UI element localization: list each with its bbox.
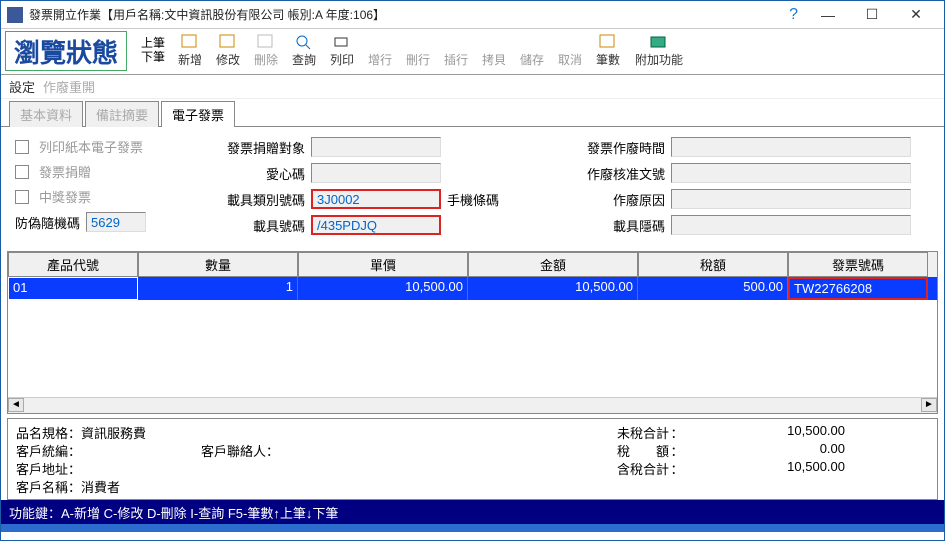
lbl-lovecode: 愛心碼 — [205, 164, 305, 183]
delrow-button[interactable]: 刪行 — [399, 31, 437, 68]
summary-panel: 品名規格：資訊服務費 客戶統編： 客戶聯絡人： 客戶地址： 客戶名稱：消費者 未稅… — [7, 418, 938, 500]
cell-tax[interactable]: 500.00 — [638, 277, 788, 300]
fld-void-approve[interactable] — [671, 163, 911, 183]
query-button[interactable]: 查詢 — [285, 31, 323, 68]
val-subtotal: 10,500.00 — [685, 423, 845, 441]
print-button[interactable]: 列印 — [323, 31, 361, 68]
lbl-custaddr: 客戶地址： — [16, 459, 81, 477]
maximize-button[interactable]: ☐ — [850, 2, 894, 28]
col-tax[interactable]: 稅額 — [638, 252, 788, 277]
lbl-carrier-hidden: 載具隱碼 — [565, 216, 665, 235]
menubar: 設定 作廢重開 — [1, 75, 944, 99]
val-tax: 0.00 — [685, 441, 845, 459]
table-row[interactable]: 01 1 10,500.00 10,500.00 500.00 TW227662… — [8, 277, 937, 300]
lbl-prize: 中獎發票 — [39, 187, 91, 206]
lbl-total: 含稅合計 — [589, 459, 669, 477]
chk-prize[interactable] — [15, 190, 29, 204]
lbl-tax: 稅 額 — [589, 441, 669, 459]
val-spec: 資訊服務費 — [81, 423, 146, 441]
window-title: 發票開立作業【用戶名稱:文中資訊股份有限公司 帳別:A 年度:106】 — [29, 6, 789, 23]
mode-indicator: 瀏覽狀態 — [5, 31, 127, 71]
lbl-carrier-type: 載具類別號碼 — [205, 190, 305, 209]
menu-settings[interactable]: 設定 — [9, 77, 35, 96]
chk-print-paper[interactable] — [15, 140, 29, 154]
lbl-donate: 發票捐贈 — [39, 162, 91, 181]
col-price[interactable]: 單價 — [298, 252, 468, 277]
fld-carrier-type[interactable]: 3J0002 — [311, 189, 441, 209]
col-qty[interactable]: 數量 — [138, 252, 298, 277]
fld-carrier-no[interactable]: /435PDJQ — [311, 215, 441, 235]
col-amount[interactable]: 金額 — [468, 252, 638, 277]
titlebar: 發票開立作業【用戶名稱:文中資訊股份有限公司 帳別:A 年度:106】 ? — … — [1, 1, 944, 29]
status-bar: 功能鍵：A-新增 C-修改 D-刪除 I-查詢 F5-筆數↑上筆↓下筆 — [1, 500, 944, 524]
add-button[interactable]: 新增 — [171, 31, 209, 68]
lbl-print-paper: 列印紙本電子發票 — [39, 137, 143, 156]
tab-remark[interactable]: 備註摘要 — [85, 101, 159, 127]
tab-basic[interactable]: 基本資料 — [9, 101, 83, 127]
lbl-antifake: 防偽隨機碼 — [15, 213, 80, 232]
addrow-button[interactable]: 增行 — [361, 31, 399, 68]
edit-button[interactable]: 修改 — [209, 31, 247, 68]
close-button[interactable]: ✕ — [894, 2, 938, 28]
extra-button[interactable]: 附加功能 — [627, 31, 691, 68]
val-total: 10,500.00 — [685, 459, 845, 477]
lbl-void-reason: 作廢原因 — [565, 190, 665, 209]
lbl-contact: 客戶聯絡人： — [201, 441, 279, 459]
fld-carrier-hidden[interactable] — [671, 215, 911, 235]
col-prod[interactable]: 產品代號 — [8, 252, 138, 277]
chk-donate[interactable] — [15, 165, 29, 179]
data-grid: 產品代號 數量 單價 金額 稅額 發票號碼 01 1 10,500.00 10,… — [7, 251, 938, 414]
fld-lovecode[interactable] — [311, 163, 441, 183]
cell-amount[interactable]: 10,500.00 — [468, 277, 638, 300]
h-scrollbar[interactable]: ◄ ► — [8, 397, 937, 413]
count-button[interactable]: 筆數 — [589, 31, 627, 68]
prev-button[interactable]: 上筆 — [141, 36, 165, 50]
cell-qty[interactable]: 1 — [138, 277, 298, 300]
tab-einvoice[interactable]: 電子發票 — [161, 101, 235, 127]
next-button[interactable]: 下筆 — [141, 50, 165, 64]
insrow-button[interactable]: 插行 — [437, 31, 475, 68]
lbl-subtotal: 未稅合計 — [589, 423, 669, 441]
footer-strip — [1, 524, 944, 532]
fld-void-time[interactable] — [671, 137, 911, 157]
cell-price[interactable]: 10,500.00 — [298, 277, 468, 300]
copy-button[interactable]: 拷貝 — [475, 31, 513, 68]
form-area: 列印紙本電子發票 發票捐贈 中獎發票 防偽隨機碼5629 發票捐贈對象 愛心碼 … — [1, 127, 944, 251]
tab-bar: 基本資料 備註摘要 電子發票 — [1, 103, 944, 127]
lbl-void-time: 發票作廢時間 — [565, 138, 665, 157]
cell-invoice[interactable]: TW22766208 — [788, 277, 928, 300]
delete-button[interactable]: 刪除 — [247, 31, 285, 68]
col-inv[interactable]: 發票號碼 — [788, 252, 928, 277]
cancel-button[interactable]: 取消 — [551, 31, 589, 68]
fld-antifake[interactable]: 5629 — [86, 212, 146, 232]
val-custname: 消費者 — [81, 477, 120, 495]
lbl-spec: 品名規格： — [16, 423, 81, 441]
scroll-left-icon[interactable]: ◄ — [8, 398, 24, 412]
scroll-right-icon[interactable]: ► — [921, 398, 937, 412]
menu-reopen[interactable]: 作廢重開 — [43, 77, 95, 96]
cell-prod[interactable]: 01 — [8, 277, 138, 300]
lbl-custcode: 客戶統編： — [16, 441, 81, 459]
status-text: 功能鍵：A-新增 C-修改 D-刪除 I-查詢 F5-筆數↑上筆↓下筆 — [9, 503, 338, 522]
minimize-button[interactable]: — — [806, 2, 850, 28]
fld-donate-target[interactable] — [311, 137, 441, 157]
lbl-mobile-barcode: 手機條碼 — [447, 190, 499, 209]
help-icon[interactable]: ? — [789, 6, 798, 24]
grid-header: 產品代號 數量 單價 金額 稅額 發票號碼 — [8, 252, 937, 277]
grid-body[interactable]: 01 1 10,500.00 10,500.00 500.00 TW227662… — [8, 277, 937, 397]
lbl-custname: 客戶名稱： — [16, 477, 81, 495]
lbl-void-approve: 作廢核准文號 — [565, 164, 665, 183]
app-icon — [7, 7, 23, 23]
lbl-donate-target: 發票捐贈對象 — [205, 138, 305, 157]
lbl-carrier-no: 載具號碼 — [205, 216, 305, 235]
nav-buttons[interactable]: 上筆 下筆 — [135, 31, 171, 68]
toolbar: 瀏覽狀態 上筆 下筆 新增 修改 刪除 查詢 列印 增行 刪行 插行 拷貝 儲存… — [1, 29, 944, 75]
fld-void-reason[interactable] — [671, 189, 911, 209]
save-button[interactable]: 儲存 — [513, 31, 551, 68]
